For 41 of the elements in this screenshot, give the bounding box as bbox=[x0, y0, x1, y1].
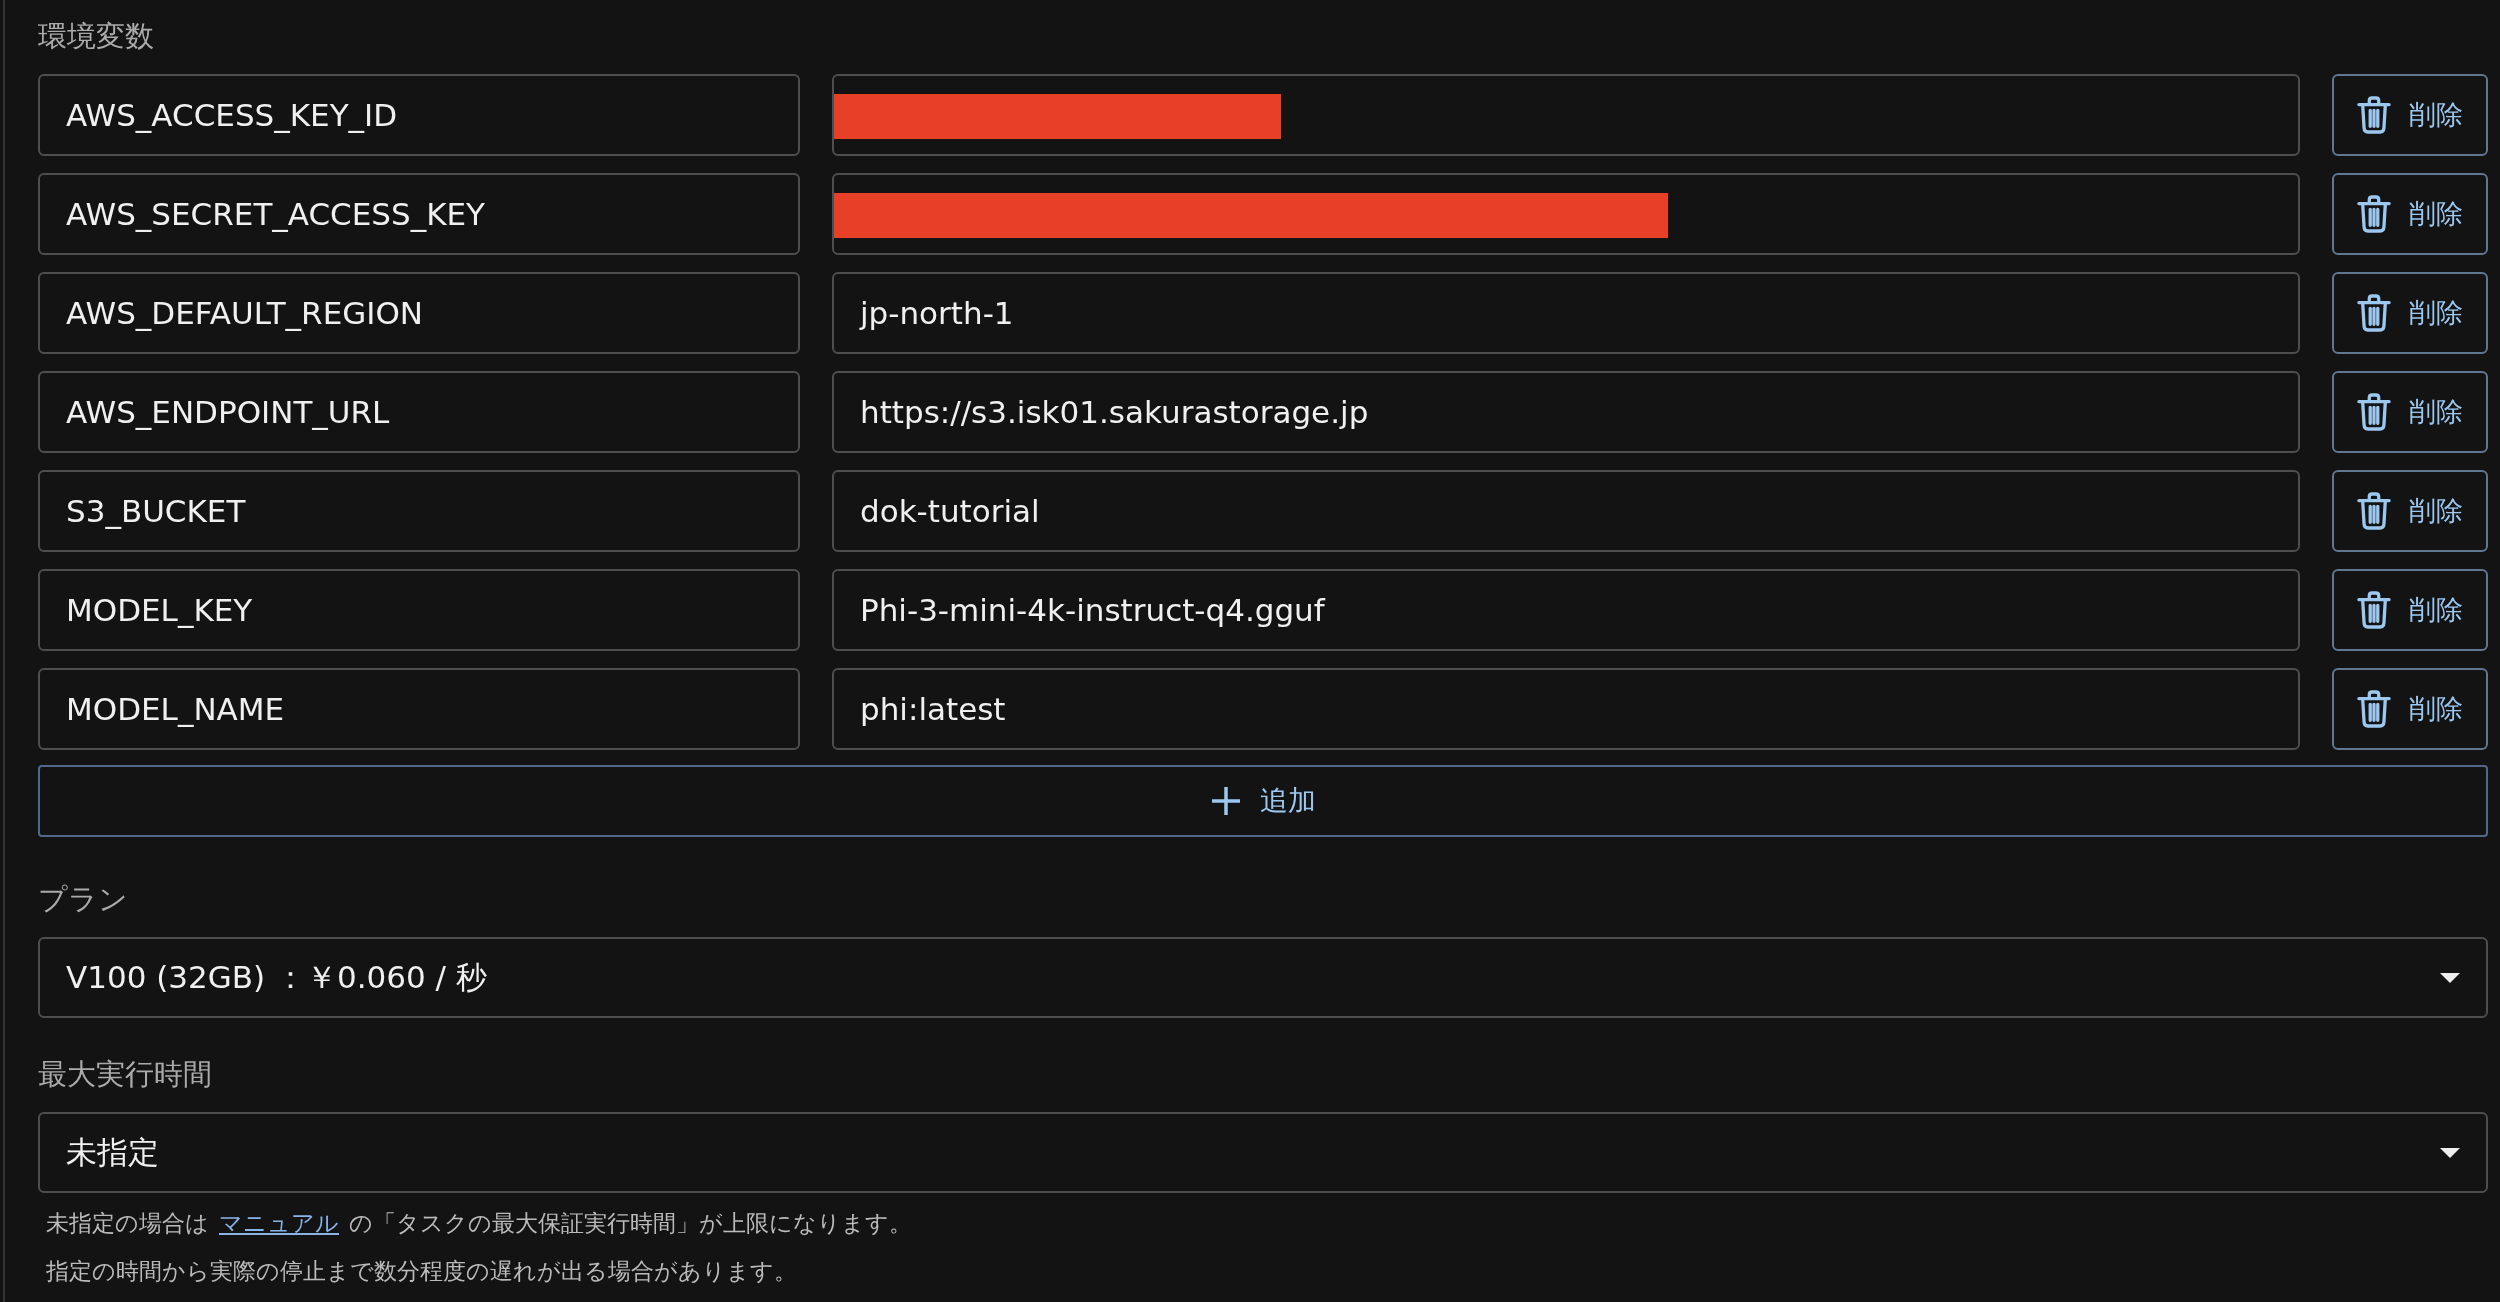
caret-icon bbox=[2440, 972, 2460, 983]
trash-icon bbox=[2357, 492, 2391, 530]
field-label: プラン bbox=[38, 881, 129, 918]
input-field[interactable]: https://s3.isk01.sakurastorage.jp bbox=[832, 371, 2300, 453]
input-field[interactable]: AWS_SECRET_ACCESS_KEY bbox=[38, 173, 800, 255]
input-field[interactable]: dok-tutorial bbox=[832, 470, 2300, 552]
trash-icon bbox=[2357, 96, 2391, 134]
input-field[interactable]: MODEL_KEY bbox=[38, 569, 800, 651]
input-field[interactable]: Phi-3-mini-4k-instruct-q4.gguf bbox=[832, 569, 2300, 651]
delete-button[interactable]: 削除 bbox=[2332, 470, 2488, 552]
dropdown[interactable]: 未指定 bbox=[38, 1112, 2488, 1193]
input-field[interactable] bbox=[832, 173, 2300, 255]
input-field[interactable]: AWS_ACCESS_KEY_ID bbox=[38, 74, 800, 156]
delete-button[interactable]: 削除 bbox=[2332, 668, 2488, 750]
trash-icon bbox=[2357, 591, 2391, 629]
delete-button[interactable]: 削除 bbox=[2332, 371, 2488, 453]
manual-link[interactable]: マニュアル bbox=[219, 1199, 339, 1247]
help-text: の「タスクの最大保証実行時間」が上限になります。 bbox=[349, 1209, 912, 1238]
field-label: 最大実行時間 bbox=[38, 1056, 213, 1093]
trash-icon bbox=[2357, 294, 2391, 332]
dropdown[interactable]: V100 (32GB) ：￥0.060 / 秒 bbox=[38, 937, 2488, 1018]
help-text: 指定の時間から実際の停止まで数分程度の遅れが出る場合があります。 bbox=[46, 1257, 797, 1286]
caret-icon bbox=[2440, 1147, 2460, 1158]
input-field[interactable]: MODEL_NAME bbox=[38, 668, 800, 750]
input-field[interactable]: phi:latest bbox=[832, 668, 2300, 750]
trash-icon bbox=[2357, 393, 2391, 431]
delete-button[interactable]: 削除 bbox=[2332, 569, 2488, 651]
input-field[interactable]: S3_BUCKET bbox=[38, 470, 800, 552]
input-field[interactable]: AWS_DEFAULT_REGION bbox=[38, 272, 800, 354]
plus-icon bbox=[1210, 785, 1242, 817]
delete-button[interactable]: 削除 bbox=[2332, 272, 2488, 354]
help-text: 未指定の場合は bbox=[46, 1209, 209, 1238]
add-button[interactable]: 追加 bbox=[38, 765, 2488, 837]
trash-icon bbox=[2357, 195, 2391, 233]
trash-icon bbox=[2357, 690, 2391, 728]
input-field[interactable]: AWS_ENDPOINT_URL bbox=[38, 371, 800, 453]
input-field[interactable] bbox=[832, 74, 2300, 156]
input-field[interactable]: jp-north-1 bbox=[832, 272, 2300, 354]
section-heading: 環境変数 bbox=[38, 18, 155, 55]
delete-button[interactable]: 削除 bbox=[2332, 173, 2488, 255]
delete-button[interactable]: 削除 bbox=[2332, 74, 2488, 156]
